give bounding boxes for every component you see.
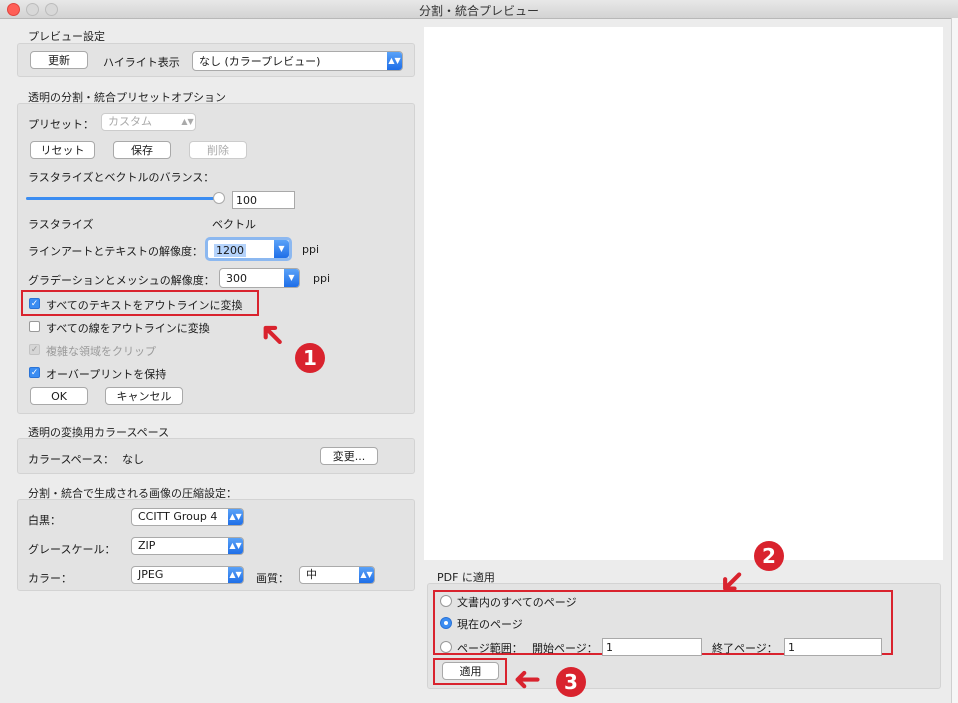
delete-button[interactable]: 削除 bbox=[189, 141, 247, 159]
gradient-resolution-combo[interactable]: 300 ▼ bbox=[219, 268, 300, 288]
highlight-select[interactable]: なし (カラープレビュー) ▲▼ bbox=[192, 51, 403, 71]
colorspace-label: カラースペース： bbox=[28, 453, 115, 466]
preset-select[interactable]: カスタム ▲▼ bbox=[101, 113, 196, 131]
change-colorspace-button[interactable]: 変更... bbox=[320, 447, 378, 465]
lineart-resolution-value[interactable]: 1200 bbox=[214, 244, 246, 257]
flattener-preview-area[interactable] bbox=[424, 27, 943, 560]
radio-all-pages[interactable] bbox=[440, 595, 452, 607]
balance-value-field[interactable]: 100 bbox=[232, 191, 295, 209]
apply-button[interactable]: 適用 bbox=[442, 662, 499, 680]
grayscale-label: グレースケール： bbox=[28, 543, 116, 556]
color-compression-select[interactable]: JPEG ▲▼ bbox=[131, 566, 244, 584]
gradient-resolution-value[interactable]: 300 bbox=[226, 272, 247, 285]
preset-label: プリセット： bbox=[28, 118, 94, 131]
start-page-label: 開始ページ： bbox=[532, 642, 598, 655]
updown-arrow-icon: ▲▼ bbox=[228, 538, 243, 554]
mono-compression-value: CCITT Group 4 bbox=[138, 510, 218, 523]
updown-arrow-icon: ▲▼ bbox=[387, 52, 402, 70]
radio-page-range[interactable] bbox=[440, 641, 452, 653]
gradient-resolution-label: グラデーションとメッシュの解像度： bbox=[28, 274, 215, 287]
balance-slider-track[interactable] bbox=[26, 197, 219, 200]
save-button[interactable]: 保存 bbox=[113, 141, 171, 159]
chevron-down-icon: ▼ bbox=[274, 240, 289, 258]
reset-button[interactable]: リセット bbox=[30, 141, 95, 159]
callout-badge-1: 1 bbox=[295, 343, 325, 373]
preset-value: カスタム bbox=[108, 115, 152, 128]
raster-label: ラスタライズ bbox=[28, 218, 94, 231]
preview-settings-label: プレビュー設定 bbox=[28, 30, 105, 43]
gradient-unit: ppi bbox=[313, 272, 331, 285]
radio-all-pages-label: 文書内のすべてのページ bbox=[457, 596, 577, 609]
radio-current-page[interactable] bbox=[440, 617, 452, 629]
callout-highlight-1 bbox=[21, 290, 259, 316]
color-label: カラー： bbox=[28, 572, 72, 585]
clip-label: 複雑な領域をクリップ bbox=[46, 345, 156, 358]
end-page-field[interactable]: 1 bbox=[784, 638, 882, 656]
ok-button[interactable]: OK bbox=[30, 387, 88, 405]
clip-checkbox[interactable]: ✓ bbox=[29, 344, 40, 355]
colorspace-value: なし bbox=[122, 453, 144, 466]
lineart-resolution-label: ラインアートとテキストの解像度： bbox=[28, 245, 204, 258]
quality-select[interactable]: 中 ▲▼ bbox=[299, 566, 375, 584]
balance-label: ラスタライズとベクトルのバランス： bbox=[28, 171, 215, 184]
quality-value: 中 bbox=[306, 568, 317, 581]
updown-arrow-icon: ▲▼ bbox=[228, 509, 243, 525]
balance-slider-fill bbox=[26, 197, 219, 200]
mono-compression-select[interactable]: CCITT Group 4 ▲▼ bbox=[131, 508, 244, 526]
end-page-label: 終了ページ： bbox=[712, 642, 778, 655]
stroke-outline-checkbox[interactable] bbox=[29, 321, 40, 332]
cancel-button[interactable]: キャンセル bbox=[105, 387, 183, 405]
vector-label: ベクトル bbox=[212, 218, 256, 231]
radio-current-page-label: 現在のページ bbox=[457, 618, 523, 631]
start-page-field[interactable]: 1 bbox=[602, 638, 702, 656]
window-edge bbox=[951, 18, 958, 703]
radio-page-range-label: ページ範囲： bbox=[457, 642, 523, 655]
quality-label: 画質： bbox=[256, 572, 289, 585]
grayscale-compression-value: ZIP bbox=[138, 539, 156, 552]
lineart-unit: ppi bbox=[302, 243, 320, 256]
chevron-down-icon: ▼ bbox=[284, 269, 299, 287]
updown-arrow-icon: ▲▼ bbox=[228, 567, 243, 583]
balance-slider-knob[interactable] bbox=[213, 192, 225, 204]
grayscale-compression-select[interactable]: ZIP ▲▼ bbox=[131, 537, 244, 555]
updown-arrow-icon: ▲▼ bbox=[181, 117, 194, 126]
highlight-value: なし (カラープレビュー) bbox=[199, 55, 321, 68]
stroke-outline-label: すべての線をアウトラインに変換 bbox=[46, 322, 210, 335]
callout-badge-2: 2 bbox=[754, 541, 784, 571]
callout-arrow-3-icon: ➜ bbox=[513, 660, 542, 700]
updown-arrow-icon: ▲▼ bbox=[359, 567, 374, 583]
mono-label: 白黒： bbox=[28, 514, 61, 527]
callout-badge-3: 3 bbox=[556, 667, 586, 697]
refresh-button[interactable]: 更新 bbox=[30, 51, 88, 69]
highlight-label: ハイライト表示 bbox=[103, 56, 180, 69]
overprint-checkbox[interactable]: ✓ bbox=[29, 367, 40, 378]
window-title: 分割・統合プレビュー bbox=[418, 4, 539, 18]
color-compression-value: JPEG bbox=[138, 568, 164, 581]
lineart-resolution-combo[interactable]: 1200 ▼ bbox=[205, 237, 292, 261]
overprint-label: オーバープリントを保持 bbox=[46, 368, 167, 381]
